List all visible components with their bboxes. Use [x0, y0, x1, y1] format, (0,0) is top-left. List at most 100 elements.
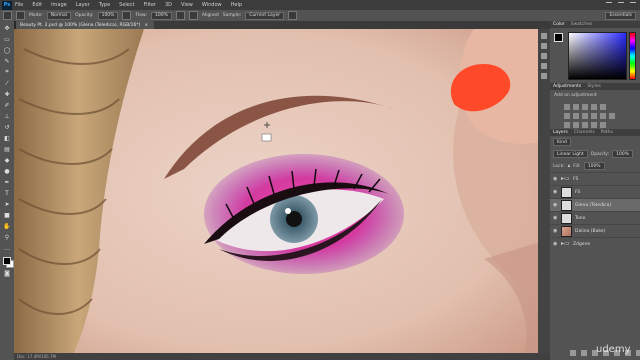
shape-tool-icon[interactable]: ■: [3, 211, 11, 219]
link-layers-icon[interactable]: [570, 350, 576, 356]
opacity-field[interactable]: 100%: [97, 11, 119, 20]
airbrush-icon[interactable]: [175, 11, 185, 20]
eyedropper-tool-icon[interactable]: ⁄: [3, 79, 11, 87]
menu-file[interactable]: File: [15, 2, 23, 8]
gradient-tool-icon[interactable]: ▤: [3, 145, 11, 153]
visibility-eye-icon[interactable]: ◉: [553, 176, 558, 182]
tab-paths[interactable]: Paths: [601, 130, 613, 135]
document-canvas[interactable]: [14, 29, 550, 353]
pressure-opacity-icon[interactable]: [122, 11, 132, 20]
layer-kind-select[interactable]: Kind: [553, 138, 571, 146]
foreground-color-swatch[interactable]: [2, 257, 11, 265]
visibility-eye-icon[interactable]: ◉: [553, 202, 558, 208]
type-tool-icon[interactable]: T: [3, 189, 11, 197]
visibility-eye-icon[interactable]: ◉: [553, 228, 558, 234]
lasso-tool-icon[interactable]: ◯: [3, 46, 11, 54]
history-panel-icon[interactable]: [541, 33, 547, 39]
crop-tool-icon[interactable]: ⌗: [3, 68, 11, 76]
photo-filter-icon[interactable]: [591, 113, 597, 119]
menu-view[interactable]: View: [181, 2, 193, 8]
selective-color-icon[interactable]: [600, 122, 606, 128]
flow-field[interactable]: 100%: [151, 11, 172, 20]
fill-field[interactable]: 100%: [583, 162, 605, 170]
quick-mask-icon[interactable]: ◙: [3, 269, 11, 277]
layer-row-selected[interactable]: ◉ Glena (Teledica): [550, 198, 640, 211]
document-tab[interactable]: Beauty Pt. 2.psd @ 100% (Glena (Teledica…: [16, 21, 155, 29]
exposure-icon[interactable]: [591, 104, 597, 110]
fx-icon[interactable]: [581, 350, 587, 356]
posterize-icon[interactable]: [573, 122, 579, 128]
color-foreground-swatch[interactable]: [554, 33, 563, 42]
blend-mode-select[interactable]: Linear Light: [553, 150, 588, 158]
character-panel-icon[interactable]: [541, 63, 547, 69]
brush-panel-icon[interactable]: [541, 53, 547, 59]
zoom-tool-icon[interactable]: ⚲: [3, 233, 11, 241]
menu-edit[interactable]: Edit: [32, 2, 42, 8]
tab-color[interactable]: Color: [553, 22, 565, 27]
lock-icon[interactable]: 🔒︎: [568, 163, 570, 169]
pen-tool-icon[interactable]: ✒: [3, 178, 11, 186]
brightness-icon[interactable]: [564, 104, 570, 110]
dodge-tool-icon[interactable]: ●: [3, 167, 11, 175]
visibility-eye-icon[interactable]: ◉: [553, 215, 558, 221]
layer-opacity-field[interactable]: 100%: [612, 150, 634, 158]
mode-select[interactable]: Normal: [46, 11, 72, 20]
curves-icon[interactable]: [582, 104, 588, 110]
workspace-select[interactable]: Essentials: [605, 11, 636, 20]
levels-icon[interactable]: [573, 104, 579, 110]
blur-tool-icon[interactable]: ◆: [3, 156, 11, 164]
hue-saturation-icon[interactable]: [564, 113, 570, 119]
layer-row[interactable]: ◉ FS: [550, 185, 640, 198]
menu-3d[interactable]: 3D: [165, 2, 172, 8]
healing-brush-icon[interactable]: ✚: [3, 90, 11, 98]
hue-slider[interactable]: [629, 32, 636, 80]
menu-filter[interactable]: Filter: [144, 2, 156, 8]
more-tools-icon[interactable]: …: [3, 244, 11, 252]
gradient-map-icon[interactable]: [591, 122, 597, 128]
history-brush-icon[interactable]: ↺: [3, 123, 11, 131]
tab-swatches[interactable]: Swatches: [571, 22, 593, 27]
visibility-eye-icon[interactable]: ◉: [553, 189, 558, 195]
tab-styles[interactable]: Styles: [587, 84, 601, 89]
vibrance-icon[interactable]: [600, 104, 606, 110]
menu-select[interactable]: Select: [119, 2, 134, 8]
tab-channels[interactable]: Channels: [574, 130, 595, 135]
menu-help[interactable]: Help: [231, 2, 242, 8]
color-picker-field[interactable]: [568, 32, 627, 80]
maximize-icon[interactable]: [618, 2, 624, 8]
channel-mixer-icon[interactable]: [600, 113, 606, 119]
menu-window[interactable]: Window: [202, 2, 222, 8]
eraser-tool-icon[interactable]: ◧: [3, 134, 11, 142]
menu-image[interactable]: Image: [51, 2, 67, 8]
sample-select[interactable]: Current Layer: [245, 11, 285, 20]
brush-tool-icon[interactable]: ✐: [3, 101, 11, 109]
threshold-icon[interactable]: [582, 122, 588, 128]
invert-icon[interactable]: [564, 122, 570, 128]
move-tool-icon[interactable]: ✥: [3, 24, 11, 32]
path-select-icon[interactable]: ➤: [3, 200, 11, 208]
visibility-eye-icon[interactable]: ◉: [553, 241, 558, 247]
color-balance-icon[interactable]: [573, 113, 579, 119]
quick-select-tool-icon[interactable]: ✎: [3, 57, 11, 65]
close-tab-icon[interactable]: ×: [144, 23, 148, 28]
ignore-adjustment-icon[interactable]: [288, 11, 298, 20]
clone-stamp-icon[interactable]: ⊥: [3, 112, 11, 120]
stamp-tool-icon[interactable]: [3, 11, 12, 20]
color-swatches[interactable]: [2, 257, 14, 268]
minimize-icon[interactable]: [606, 2, 612, 8]
layer-row[interactable]: ◉ ▸▭ FS: [550, 172, 640, 185]
paragraph-panel-icon[interactable]: [541, 73, 547, 79]
black-white-icon[interactable]: [582, 113, 588, 119]
tab-adjustments[interactable]: Adjustments: [553, 84, 581, 89]
close-icon[interactable]: [630, 2, 636, 8]
layer-row[interactable]: ◉ ▸▭ Zdgene: [550, 237, 640, 250]
color-lookup-icon[interactable]: [609, 113, 615, 119]
layer-row[interactable]: ◉ Dalina (Bake): [550, 224, 640, 237]
menu-type[interactable]: Type: [99, 2, 110, 8]
menu-layer[interactable]: Layer: [76, 2, 90, 8]
marquee-tool-icon[interactable]: ▭: [3, 35, 11, 43]
hand-tool-icon[interactable]: ✋: [3, 222, 11, 230]
aligned-checkbox[interactable]: [188, 11, 198, 20]
brush-preset-icon[interactable]: [16, 11, 25, 20]
trash-icon[interactable]: [636, 350, 640, 356]
